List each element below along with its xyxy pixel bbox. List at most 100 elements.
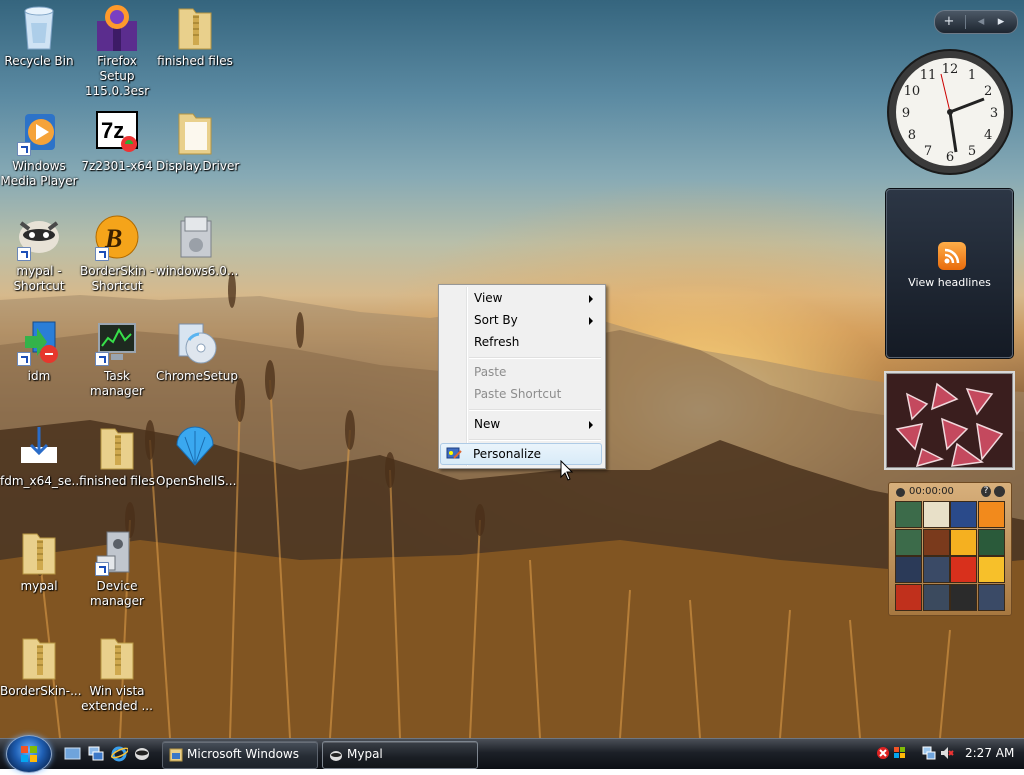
taskbar-button-mypal[interactable]: Mypal bbox=[322, 741, 478, 769]
next-gadget-button[interactable]: ▸ bbox=[993, 11, 1009, 33]
windows-logo-icon bbox=[21, 746, 37, 762]
picture-puzzle-gadget[interactable]: 00:00:00 ? bbox=[888, 482, 1012, 616]
puzzle-hint-button-icon[interactable] bbox=[994, 486, 1005, 497]
recycle-bin-icon bbox=[15, 3, 63, 51]
desktop-icon-device-manager[interactable]: Device manager bbox=[78, 528, 156, 609]
mouse-cursor-icon bbox=[560, 460, 574, 481]
puzzle-tile[interactable] bbox=[977, 556, 1005, 583]
desktop-icon-display-driver[interactable]: Display.Driver bbox=[156, 108, 239, 174]
menu-item-refresh[interactable]: Refresh bbox=[441, 331, 601, 353]
desktop-icon-label: BorderSkin-... bbox=[0, 684, 82, 698]
menu-item-label: View bbox=[474, 291, 503, 305]
menu-item-view[interactable]: View bbox=[441, 287, 601, 309]
rss-icon bbox=[938, 242, 966, 270]
desktop-icon-finished-files[interactable]: finished files bbox=[156, 3, 234, 69]
desktop[interactable]: Recycle Bin Firefox Setup 115.0.3esr fin… bbox=[0, 0, 1024, 738]
puzzle-tile[interactable] bbox=[895, 583, 922, 611]
internet-explorer-icon[interactable] bbox=[110, 745, 130, 762]
notification-area: 2:27 AM bbox=[870, 739, 1024, 769]
puzzle-tile[interactable] bbox=[950, 556, 977, 583]
security-alert-icon[interactable] bbox=[876, 746, 890, 760]
puzzle-tile[interactable] bbox=[922, 528, 950, 556]
puzzle-tile[interactable] bbox=[977, 528, 1005, 556]
installer-package-icon bbox=[171, 213, 219, 261]
desktop-context-menu: View Sort By Refresh Paste Paste Shortcu… bbox=[438, 284, 606, 469]
menu-item-personalize[interactable]: Personalize bbox=[440, 443, 602, 465]
zip-folder-icon bbox=[15, 528, 63, 576]
desktop-icon-mypal-shortcut[interactable]: mypal - Shortcut bbox=[0, 213, 78, 294]
mypal-raccoon-icon bbox=[329, 748, 343, 762]
desktop-icon-label: idm bbox=[27, 369, 51, 383]
desktop-icon-borderskin-shortcut[interactable]: B BorderSkin - Shortcut bbox=[78, 213, 156, 294]
desktop-icon-label: Win vista extended ... bbox=[81, 684, 153, 713]
menu-item-new[interactable]: New bbox=[441, 413, 601, 435]
puzzle-tile[interactable] bbox=[922, 501, 950, 528]
menu-item-sort-by[interactable]: Sort By bbox=[441, 309, 601, 331]
puzzle-tile[interactable] bbox=[950, 501, 977, 528]
menu-item-label: Paste Shortcut bbox=[474, 387, 562, 401]
menu-item-paste-shortcut[interactable]: Paste Shortcut bbox=[441, 383, 601, 405]
shortcut-arrow-icon bbox=[95, 562, 109, 576]
clock-gadget[interactable]: 12 1 2 3 4 5 6 7 8 9 10 11 bbox=[886, 48, 1014, 176]
windows-update-icon[interactable] bbox=[893, 746, 907, 760]
slideshow-gadget[interactable] bbox=[886, 373, 1013, 468]
firefox-setup-icon bbox=[93, 3, 141, 51]
desktop-icon-openshell[interactable]: OpenShellS... bbox=[156, 423, 236, 489]
add-gadget-button[interactable]: + bbox=[941, 11, 957, 33]
puzzle-help-button[interactable]: ? bbox=[981, 486, 991, 497]
submenu-arrow-icon bbox=[589, 421, 593, 429]
volume-muted-icon[interactable] bbox=[940, 746, 954, 760]
puzzle-tile[interactable] bbox=[950, 528, 977, 556]
zip-folder-icon bbox=[15, 633, 63, 681]
clock-numeral: 4 bbox=[984, 128, 992, 143]
clock-numeral: 10 bbox=[904, 84, 921, 99]
shortcut-arrow-icon bbox=[17, 247, 31, 261]
prev-gadget-button[interactable]: ◂ bbox=[973, 11, 989, 33]
clock-numeral: 6 bbox=[946, 150, 954, 165]
desktop-icon-chromesetup[interactable]: ChromeSetup bbox=[156, 318, 238, 384]
mypal-raccoon-icon[interactable] bbox=[134, 745, 151, 762]
idm-icon bbox=[15, 318, 63, 366]
puzzle-tile[interactable] bbox=[895, 528, 922, 556]
folder-icon bbox=[171, 108, 219, 156]
desktop-icon-label: Firefox Setup 115.0.3esr bbox=[84, 54, 150, 98]
puzzle-tile[interactable] bbox=[895, 556, 922, 583]
desktop-icon-recycle-bin[interactable]: Recycle Bin bbox=[0, 3, 78, 69]
puzzle-grid[interactable] bbox=[895, 501, 1005, 611]
desktop-icon-win-vista-extended[interactable]: Win vista extended ... bbox=[78, 633, 156, 714]
feed-headlines-gadget[interactable]: View headlines bbox=[886, 189, 1013, 358]
desktop-icon-label: 7z2301-x64 bbox=[81, 159, 153, 173]
puzzle-tile[interactable] bbox=[977, 501, 1005, 528]
switch-windows-icon[interactable] bbox=[88, 745, 105, 762]
puzzle-tile[interactable] bbox=[922, 583, 950, 611]
taskbar-button-microsoft-windows[interactable]: Microsoft Windows bbox=[162, 741, 318, 769]
timer-icon bbox=[896, 488, 905, 497]
start-button[interactable] bbox=[6, 735, 52, 773]
clock-numeral: 2 bbox=[984, 84, 992, 99]
desktop-icon-idm[interactable]: idm bbox=[0, 318, 78, 384]
desktop-icon-7zip[interactable]: 7z 7z2301-x64 bbox=[78, 108, 156, 174]
desktop-icon-windows-installer[interactable]: windows6.0... bbox=[156, 213, 239, 279]
desktop-icon-firefox-setup[interactable]: Firefox Setup 115.0.3esr bbox=[78, 3, 156, 99]
clock-time[interactable]: 2:27 AM bbox=[965, 746, 1014, 760]
puzzle-tile[interactable] bbox=[950, 583, 977, 611]
menu-item-paste[interactable]: Paste bbox=[441, 361, 601, 383]
desktop-icon-borderskin-folder[interactable]: BorderSkin-... bbox=[0, 633, 82, 699]
puzzle-header: 00:00:00 ? bbox=[893, 485, 1007, 501]
clock-numeral: 3 bbox=[990, 106, 998, 121]
desktop-icon-fdm[interactable]: fdm_x64_se... bbox=[0, 423, 83, 489]
desktop-icon-label: Windows Media Player bbox=[0, 159, 78, 188]
puzzle-tile[interactable] bbox=[895, 501, 922, 528]
desktop-icon-task-manager[interactable]: Task manager bbox=[78, 318, 156, 399]
show-desktop-icon[interactable] bbox=[64, 745, 81, 762]
puzzle-tile[interactable] bbox=[977, 583, 1005, 611]
puzzle-tile[interactable] bbox=[922, 556, 950, 583]
desktop-icon-mypal-folder[interactable]: mypal bbox=[0, 528, 78, 594]
network-icon[interactable] bbox=[922, 746, 936, 760]
zip-folder-icon bbox=[93, 423, 141, 471]
desktop-icon-label: windows6.0... bbox=[156, 264, 239, 278]
desktop-icon-finished-files-2[interactable]: finished files bbox=[78, 423, 156, 489]
view-headlines-link[interactable]: View headlines bbox=[887, 276, 1012, 289]
desktop-icon-windows-media-player[interactable]: Windows Media Player bbox=[0, 108, 78, 189]
svg-text:7z: 7z bbox=[101, 118, 124, 143]
